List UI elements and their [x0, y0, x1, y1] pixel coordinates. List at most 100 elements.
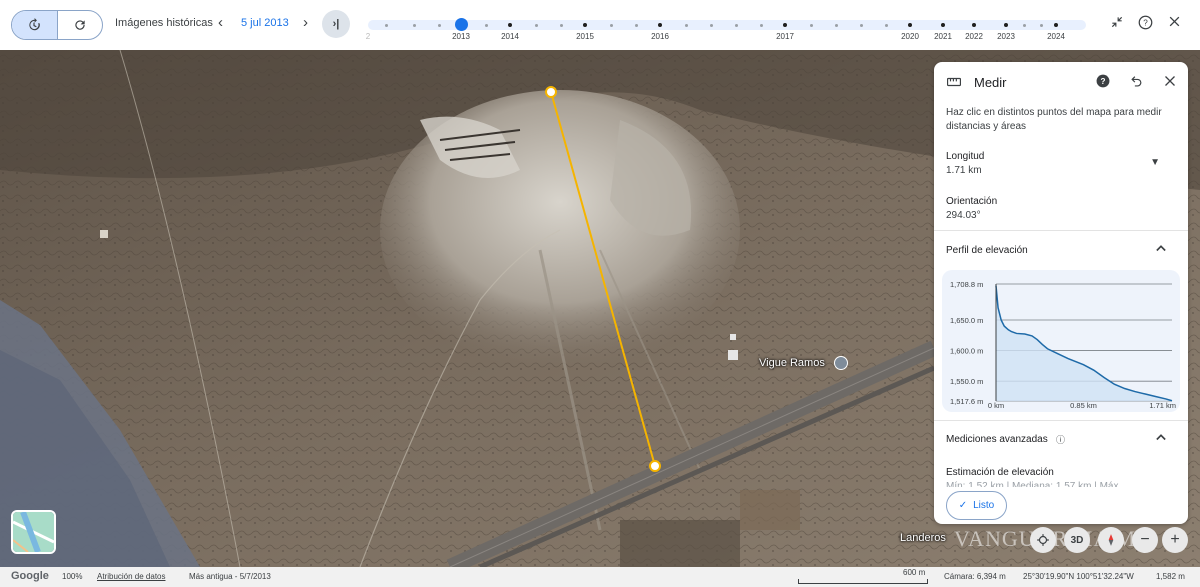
- status-bar: Google 100% Atribución de datos Más anti…: [0, 567, 1200, 587]
- place-label-landeros[interactable]: Landeros: [900, 532, 946, 544]
- chevron-left-icon[interactable]: ‹: [218, 14, 223, 31]
- elevation-estimate-label: Estimación de elevación: [946, 467, 1054, 478]
- timeline-tick[interactable]: [1023, 23, 1026, 27]
- timeline-year-tick[interactable]: [1004, 23, 1008, 27]
- timeline-tick[interactable]: [438, 23, 441, 27]
- locate-icon[interactable]: [1030, 527, 1056, 553]
- timeline-year-label: 2: [365, 32, 371, 41]
- timeline-year-tick[interactable]: [508, 23, 512, 27]
- divider: [934, 230, 1188, 231]
- orientation-value: 294.03°: [946, 210, 981, 221]
- zoom-out-button[interactable]: −: [1132, 527, 1158, 553]
- map-thumbnail-icon: [13, 512, 54, 552]
- y-tick-label: 1,550.0 m: [950, 377, 983, 386]
- timeline-tick[interactable]: [535, 23, 538, 27]
- timeline-year-label: 2024: [1047, 32, 1065, 41]
- timeline-tick[interactable]: [635, 23, 638, 27]
- done-button-label: Listo: [973, 500, 995, 511]
- close-icon[interactable]: [1164, 74, 1176, 90]
- timeline-tick[interactable]: [735, 23, 738, 27]
- ground-altitude: 1,582 m: [1156, 572, 1185, 581]
- timeline-tick[interactable]: [385, 23, 388, 27]
- x-tick-label: 0.85 km: [1070, 401, 1097, 410]
- undo-icon[interactable]: [1130, 74, 1143, 90]
- advanced-measurements-header[interactable]: Mediciones avanzadas: [946, 434, 1048, 445]
- timeline-year-tick[interactable]: [908, 23, 912, 27]
- timeline-year-label: 2014: [501, 32, 519, 41]
- chevron-right-icon[interactable]: ›: [303, 14, 308, 31]
- svg-text:?: ?: [1143, 19, 1148, 28]
- timeline-year-label: 2017: [776, 32, 794, 41]
- dropdown-icon[interactable]: ▼: [1150, 157, 1160, 168]
- compass-icon[interactable]: [1098, 527, 1124, 553]
- elevation-profile-header[interactable]: Perfil de elevación: [946, 245, 1028, 256]
- timeline-year-tick[interactable]: [583, 23, 587, 27]
- elevation-chart-svg: 1,708.8 m 1,650.0 m 1,600.0 m 1,550.0 m 1,51…: [950, 280, 1176, 410]
- timeline-year-tick[interactable]: [972, 23, 976, 27]
- timeline-tick[interactable]: [760, 23, 763, 27]
- timeline-tick[interactable]: [885, 23, 888, 27]
- zoom-in-button[interactable]: +: [1162, 527, 1188, 553]
- timeline-year-label: 2022: [965, 32, 983, 41]
- timeline-tick[interactable]: [810, 23, 813, 27]
- y-tick-label: 1,708.8 m: [950, 280, 983, 289]
- y-tick-label: 1,650.0 m: [950, 316, 983, 325]
- timeline-tick[interactable]: [610, 23, 613, 27]
- timeline-tick[interactable]: [560, 23, 563, 27]
- map-layer-toggle[interactable]: [11, 510, 56, 554]
- divider: [934, 420, 1188, 421]
- orientation-label: Orientación: [946, 196, 998, 207]
- done-button[interactable]: ✓ Listo: [946, 491, 1007, 520]
- timeline-year-tick[interactable]: [783, 23, 787, 27]
- refresh-icon[interactable]: [56, 11, 103, 39]
- data-attribution-link[interactable]: Atribución de datos: [97, 572, 166, 581]
- chevron-up-icon[interactable]: [1156, 244, 1166, 255]
- length-value: 1.71 km: [946, 165, 982, 176]
- timeline-tick[interactable]: [485, 23, 488, 27]
- svg-text:?: ?: [1101, 77, 1106, 86]
- collapse-icon[interactable]: [1110, 15, 1124, 33]
- oldest-date: Más antigua - 5/7/2013: [189, 572, 271, 581]
- elevation-chart[interactable]: 1,708.8 m 1,650.0 m 1,600.0 m 1,550.0 m 1,51…: [942, 270, 1180, 412]
- timeline-tick[interactable]: [710, 23, 713, 27]
- timeline-year-label: 2021: [934, 32, 952, 41]
- scale-label: 600 m: [903, 568, 926, 577]
- skip-to-latest-icon[interactable]: ›|: [322, 10, 350, 38]
- current-date[interactable]: 5 jul 2013: [241, 17, 289, 29]
- scale-bar: [798, 579, 928, 584]
- timeline-year-label: 2013: [452, 32, 470, 41]
- landmark-icon[interactable]: [834, 356, 848, 370]
- chevron-up-icon[interactable]: [1156, 433, 1166, 444]
- timeline-year-label: 2016: [651, 32, 669, 41]
- timeline-year-label: 2015: [576, 32, 594, 41]
- length-label: Longitud: [946, 151, 985, 162]
- timeline-current-marker[interactable]: [455, 18, 468, 31]
- history-icon[interactable]: [12, 11, 57, 39]
- measure-end-point: [649, 460, 661, 472]
- timeline-slider[interactable]: 2 2013 2014 2015 2016 2017 2020 2021 2022 2023 202…: [366, 18, 1086, 41]
- place-label-vigue-ramos[interactable]: Vigue Ramos: [759, 357, 825, 369]
- timeline-tick[interactable]: [685, 23, 688, 27]
- timeline-year-tick[interactable]: [941, 23, 945, 27]
- timeline-tick[interactable]: [835, 23, 838, 27]
- top-toolbar: Imágenes históricas ‹ 5 jul 2013 › ›| 22…: [0, 0, 1200, 50]
- timeline-year-label: 2023: [997, 32, 1015, 41]
- elevation-estimate-value: Mín: 1,52 km | Mediana: 1,57 km | Máx: [946, 481, 1119, 487]
- help-icon[interactable]: ?: [1096, 74, 1110, 91]
- timeline-year-tick[interactable]: [658, 23, 662, 27]
- timeline-tick[interactable]: [860, 23, 863, 27]
- timeline-tick[interactable]: [1040, 23, 1043, 27]
- instructions-text: Haz clic en distintos puntos del mapa pa…: [946, 107, 1162, 132]
- view-mode-toggle: [11, 10, 103, 40]
- measure-panel: Medir ? Haz clic en distintos puntos del…: [934, 62, 1188, 524]
- x-tick-label: 1.71 km: [1149, 401, 1176, 410]
- measure-start-point: [545, 86, 557, 98]
- 3d-view-button[interactable]: 3D: [1064, 527, 1090, 553]
- timeline-tick[interactable]: [413, 23, 416, 27]
- camera-altitude: Cámara: 6,394 m: [944, 572, 1006, 581]
- info-icon[interactable]: ⓘ: [1056, 433, 1065, 446]
- zoom-level: 100%: [62, 572, 83, 581]
- help-icon[interactable]: ?: [1138, 15, 1153, 34]
- timeline-year-tick[interactable]: [1054, 23, 1058, 27]
- close-icon[interactable]: [1168, 15, 1181, 32]
